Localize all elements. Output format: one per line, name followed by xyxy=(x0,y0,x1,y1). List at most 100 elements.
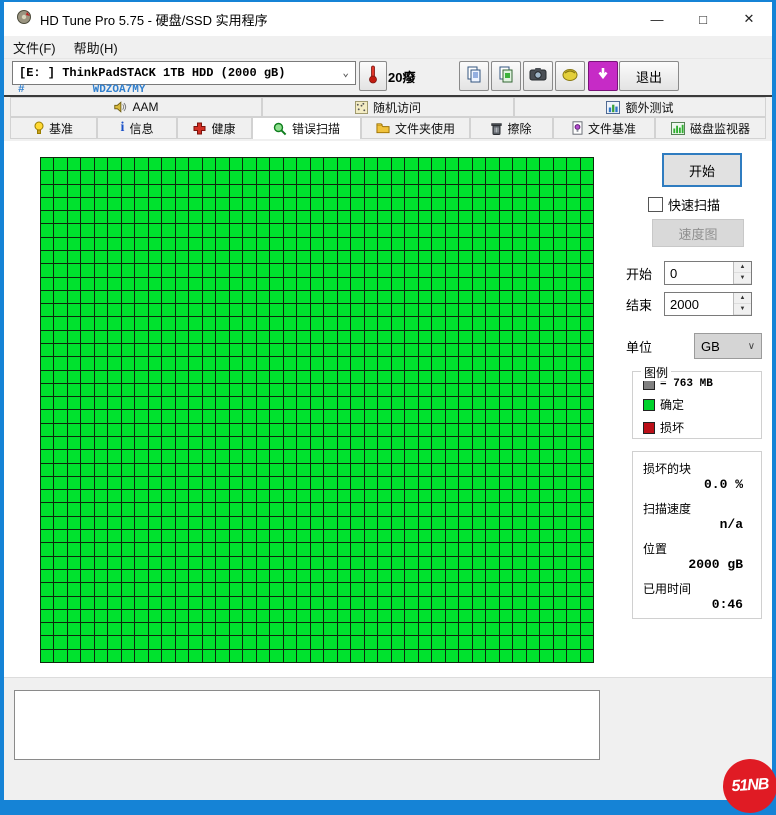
scan-grid-cell xyxy=(176,437,188,449)
copy-image-button[interactable] xyxy=(491,61,521,91)
scan-grid-cell xyxy=(108,450,120,462)
log-textbox[interactable] xyxy=(14,690,600,760)
scan-grid-cell xyxy=(149,317,161,329)
range-end-up-icon[interactable]: ▲ xyxy=(734,293,751,304)
scan-grid-cell xyxy=(41,331,53,343)
scan-grid-cell xyxy=(243,450,255,462)
scan-grid-cell xyxy=(351,291,363,303)
tab-error-scan[interactable]: 错误扫描 xyxy=(252,117,361,139)
scan-grid-cell xyxy=(162,278,175,290)
tab-file-benchmark[interactable]: 文件基准 xyxy=(553,117,655,139)
scan-grid-cell xyxy=(378,251,390,263)
scan-grid-cell xyxy=(189,570,201,582)
scan-grid-cell xyxy=(41,424,53,436)
tab-disk-monitor[interactable]: 磁盘监视器 xyxy=(655,117,766,139)
scan-grid-cell xyxy=(378,224,390,236)
scan-grid-cell xyxy=(392,264,404,276)
scan-grid-cell xyxy=(162,171,175,183)
tab-random-access[interactable]: 随机访问 xyxy=(262,97,514,117)
scan-grid-cell xyxy=(270,410,282,422)
scan-grid-cell xyxy=(378,543,390,555)
scan-grid-cell xyxy=(284,410,297,422)
range-end-down-icon[interactable]: ▼ xyxy=(734,304,751,315)
scan-grid-cell xyxy=(230,384,242,396)
scan-grid-cell xyxy=(405,171,418,183)
options-button[interactable] xyxy=(555,61,585,91)
drive-selector[interactable]: [E: ] ThinkPadSTACK 1TB HDD (2000 gB) ⌄ xyxy=(12,61,356,85)
range-end-input[interactable]: 2000 ▲ ▼ xyxy=(664,292,752,316)
scan-grid-cell xyxy=(513,490,525,502)
close-button[interactable]: ✕ xyxy=(726,2,772,36)
save-button[interactable] xyxy=(588,61,618,91)
scan-grid-cell xyxy=(365,410,377,422)
chevron-down-icon: ⌄ xyxy=(342,66,349,80)
scan-grid-cell xyxy=(378,291,390,303)
tab-health[interactable]: 健康 xyxy=(177,117,252,139)
scan-grid-cell xyxy=(567,224,579,236)
scan-grid-cell xyxy=(378,344,390,356)
scan-grid-cell xyxy=(365,211,377,223)
scan-grid-cell xyxy=(162,597,175,609)
tab-erase[interactable]: 擦除 xyxy=(470,117,553,139)
scan-grid-cell xyxy=(149,224,161,236)
scan-grid-cell xyxy=(270,557,282,569)
tab-aam[interactable]: AAM xyxy=(10,97,262,117)
scan-grid-cell xyxy=(486,636,498,648)
scan-grid-cell xyxy=(338,570,351,582)
scan-grid-cell xyxy=(203,543,215,555)
scan-grid-cell xyxy=(108,211,120,223)
unit-label: 单位 xyxy=(626,337,652,356)
temperature-button[interactable] xyxy=(359,61,387,91)
scan-grid-cell xyxy=(513,410,525,422)
scan-grid-cell xyxy=(243,636,255,648)
scan-grid-cell xyxy=(527,278,540,290)
scan-grid-cell xyxy=(419,583,431,595)
menu-file[interactable]: 文件(F) xyxy=(4,36,65,58)
scan-grid-cell xyxy=(473,410,485,422)
tab-extra-tests[interactable]: 额外测试 xyxy=(514,97,766,117)
scan-grid-cell xyxy=(81,610,93,622)
scan-grid-cell xyxy=(567,264,579,276)
range-start-input[interactable]: 0 ▲ ▼ xyxy=(664,261,752,285)
scan-grid-cell xyxy=(459,304,472,316)
tab-folder-usage[interactable]: 文件夹使用 xyxy=(361,117,470,139)
scan-grid-cell xyxy=(419,317,431,329)
scan-grid-cell xyxy=(567,357,579,369)
range-start-down-icon[interactable]: ▼ xyxy=(734,273,751,284)
scan-grid-cell xyxy=(527,251,540,263)
copy-text-button[interactable] xyxy=(459,61,489,91)
unit-select[interactable]: GB ∨ xyxy=(694,333,762,359)
bars-icon xyxy=(671,122,685,135)
scan-grid-cell xyxy=(189,597,201,609)
scan-grid-cell xyxy=(459,331,472,343)
scan-grid-cell xyxy=(513,437,525,449)
scan-grid-cell xyxy=(567,437,579,449)
scan-grid-cell xyxy=(365,251,377,263)
scan-grid-cell xyxy=(459,410,472,422)
scan-grid-cell xyxy=(284,477,297,489)
scan-grid-cell xyxy=(68,238,80,250)
speed-map-button[interactable]: 速度图 xyxy=(652,219,744,247)
range-start-up-icon[interactable]: ▲ xyxy=(734,262,751,273)
scan-grid-cell xyxy=(135,517,147,529)
scan-grid-cell xyxy=(68,490,80,502)
minimize-button[interactable]: — xyxy=(634,2,680,36)
scan-grid-cell xyxy=(419,543,431,555)
scan-grid-cell xyxy=(351,344,363,356)
tab-benchmark[interactable]: 基准 xyxy=(10,117,97,139)
exit-button[interactable]: 退出 xyxy=(619,61,679,91)
scan-grid-cell xyxy=(513,570,525,582)
scan-grid-cell xyxy=(68,503,80,515)
scan-grid-cell xyxy=(311,543,323,555)
scan-grid-cell xyxy=(230,331,242,343)
start-scan-button[interactable]: 开始 xyxy=(662,153,742,187)
scan-grid-cell xyxy=(257,623,269,635)
scan-grid-cell xyxy=(459,238,472,250)
maximize-button[interactable]: □ xyxy=(680,2,726,36)
tab-info[interactable]: i 信息 xyxy=(97,117,177,139)
screenshot-button[interactable] xyxy=(523,61,553,91)
scan-grid-cell xyxy=(432,410,444,422)
quick-scan-checkbox[interactable] xyxy=(648,197,663,212)
scan-grid-cell xyxy=(230,371,242,383)
menu-help[interactable]: 帮助(H) xyxy=(65,36,127,58)
